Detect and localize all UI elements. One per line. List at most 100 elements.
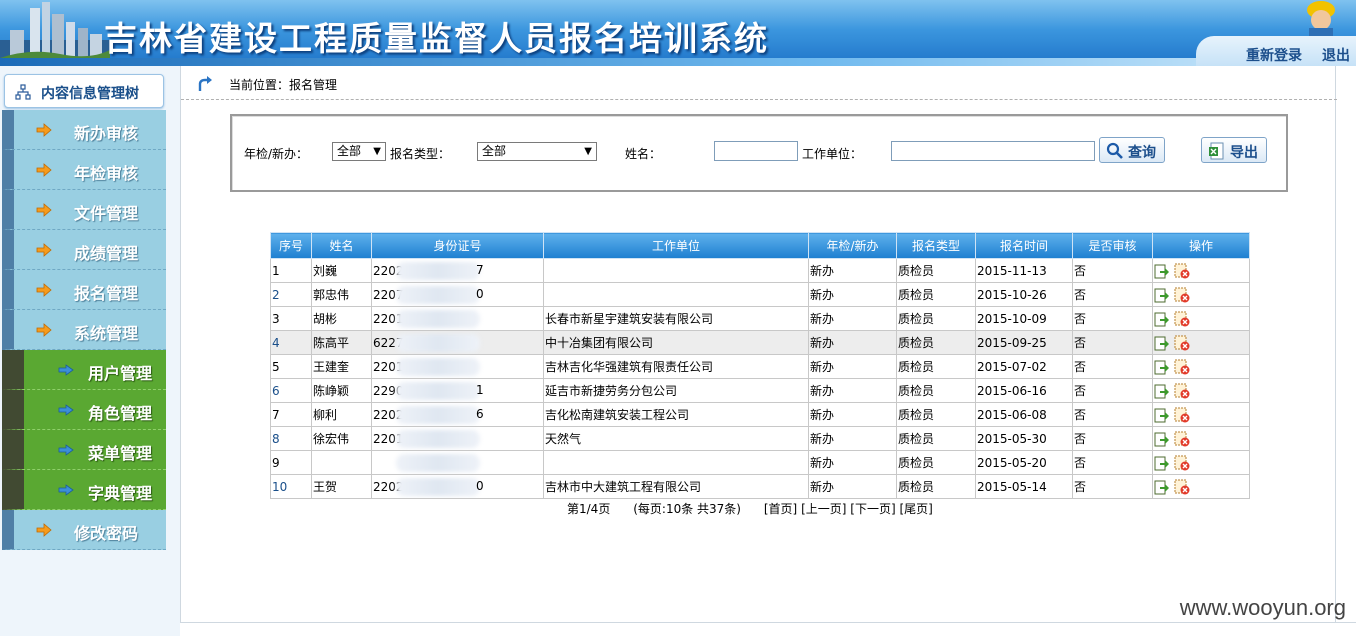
table-row: 10 王贺 2202 0 吉林市中大建筑工程有限公司 新办 质检员 2015-05-14 否 — [270, 474, 1250, 499]
audit-icon[interactable] — [1154, 479, 1170, 495]
sidebar-subitem-dictionary-management[interactable]: 字典管理 — [2, 470, 166, 510]
cell-no: 9 — [270, 450, 312, 475]
hand-arrow-icon — [36, 203, 52, 217]
table-row: 3 胡彬 2201 长春市新星宇建筑安装有限公司 新办 质检员 2015-10-09 否 — [270, 306, 1250, 331]
delete-icon[interactable] — [1174, 479, 1190, 495]
first-page-link[interactable]: [首页] — [764, 502, 797, 516]
cell-registration-time: 2015-10-09 — [975, 306, 1073, 331]
delete-icon[interactable] — [1174, 311, 1190, 327]
cell-annual-new: 新办 — [808, 330, 897, 355]
cell-registration-time: 2015-07-02 — [975, 354, 1073, 379]
cell-work-unit: 延吉市新捷劳务分包公司 — [543, 378, 809, 403]
cell-audited: 否 — [1072, 474, 1153, 499]
hand-arrow-icon — [36, 243, 52, 257]
blue-arrow-icon — [58, 484, 74, 496]
cell-actions — [1152, 306, 1250, 331]
audit-icon[interactable] — [1154, 431, 1170, 447]
cell-id-number: 2201 — [371, 306, 544, 331]
sidebar-item-annual-review[interactable]: 年检审核 — [2, 150, 166, 190]
table-row: 5 王建奎 2201 吉林吉化华强建筑有限责任公司 新办 质检员 2015-07-02 否 — [270, 354, 1250, 379]
blue-arrow-icon — [58, 364, 74, 376]
content-tree-title[interactable]: 内容信息管理树 — [4, 74, 164, 108]
cell-name: 胡彬 — [311, 306, 372, 331]
sidebar-subitem-role-management[interactable]: 角色管理 — [2, 390, 166, 430]
cell-name: 刘巍 — [311, 258, 372, 283]
cell-annual-new: 新办 — [808, 378, 897, 403]
cell-no: 7 — [270, 402, 312, 427]
redacted-blur — [396, 430, 480, 448]
query-button[interactable]: 查询 — [1099, 137, 1165, 163]
cell-work-unit — [543, 258, 809, 283]
table-row: 2 郭忠伟 2207 0 新办 质检员 2015-10-26 否 — [270, 282, 1250, 307]
main-content: 当前位置：报名管理 年检/新办： 全部 ▼ 报名类型： 全部 ▼ 姓名： 工作单位：… — [180, 66, 1337, 622]
id-number-suffix: 1 — [476, 383, 484, 397]
sidebar-item-system-management[interactable]: 系统管理 — [2, 310, 166, 350]
sidebar-item-file-management[interactable]: 文件管理 — [2, 190, 166, 230]
header-stripe — [0, 58, 1356, 66]
prev-page-link[interactable]: [上一页] — [801, 502, 846, 516]
cell-registration-type: 质检员 — [896, 330, 976, 355]
name-input[interactable] — [714, 141, 798, 161]
cell-no: 1 — [270, 258, 312, 283]
cell-audited: 否 — [1072, 354, 1153, 379]
delete-icon[interactable] — [1174, 359, 1190, 375]
redacted-blur — [396, 310, 480, 328]
audit-icon[interactable] — [1154, 383, 1170, 399]
cell-audited: 否 — [1072, 258, 1153, 283]
audit-icon[interactable] — [1154, 335, 1170, 351]
sidebar-item-score-management[interactable]: 成绩管理 — [2, 230, 166, 270]
column-header-id-number: 身份证号 — [371, 232, 544, 259]
cell-name: 徐宏伟 — [311, 426, 372, 451]
audit-icon[interactable] — [1154, 263, 1170, 279]
count-info: (每页:10条 共37条) — [633, 502, 741, 516]
audit-icon[interactable] — [1154, 311, 1170, 327]
delete-icon[interactable] — [1174, 263, 1190, 279]
audit-icon[interactable] — [1154, 455, 1170, 471]
cell-name: 郭忠伟 — [311, 282, 372, 307]
cell-work-unit — [543, 450, 809, 475]
logout-link[interactable]: 退出 — [1322, 45, 1350, 65]
delete-icon[interactable] — [1174, 455, 1190, 471]
redacted-blur — [396, 262, 480, 280]
cell-annual-new: 新办 — [808, 354, 897, 379]
export-button[interactable]: 导出 — [1201, 137, 1267, 163]
sidebar-item-change-password[interactable]: 修改密码 — [2, 510, 166, 550]
cell-work-unit: 吉化松南建筑安装工程公司 — [543, 402, 809, 427]
table-row: 7 柳利 2202 6 吉化松南建筑安装工程公司 新办 质检员 2015-06-08 否 — [270, 402, 1250, 427]
table-row: 1 刘巍 2202 7 新办 质检员 2015-11-13 否 — [270, 258, 1250, 283]
cell-id-number: 2202 7 — [371, 258, 544, 283]
cell-actions — [1152, 402, 1250, 427]
next-page-link[interactable]: [下一页] — [850, 502, 895, 516]
delete-icon[interactable] — [1174, 383, 1190, 399]
redacted-blur — [396, 382, 480, 400]
sidebar-item-registration-management[interactable]: 报名管理 — [2, 270, 166, 310]
registration-type-select[interactable]: 全部 ▼ — [477, 142, 597, 161]
audit-icon[interactable] — [1154, 359, 1170, 375]
hand-arrow-icon — [36, 163, 52, 177]
cell-registration-time: 2015-09-25 — [975, 330, 1073, 355]
hand-arrow-icon — [36, 523, 52, 537]
year-type-select[interactable]: 全部 ▼ — [332, 142, 386, 161]
sidebar-subitem-label: 用户管理 — [88, 364, 153, 383]
cell-registration-time: 2015-06-08 — [975, 402, 1073, 427]
content-tree-label: 内容信息管理树 — [41, 86, 139, 102]
audit-icon[interactable] — [1154, 287, 1170, 303]
delete-icon[interactable] — [1174, 335, 1190, 351]
breadcrumb-text: 当前位置：报名管理 — [229, 78, 338, 92]
breadcrumb: 当前位置：报名管理 — [181, 66, 1337, 100]
delete-icon[interactable] — [1174, 407, 1190, 423]
relogin-link[interactable]: 重新登录 — [1246, 45, 1302, 65]
cell-audited: 否 — [1072, 450, 1153, 475]
delete-icon[interactable] — [1174, 287, 1190, 303]
city-skyline-icon — [0, 2, 110, 66]
audit-icon[interactable] — [1154, 407, 1170, 423]
delete-icon[interactable] — [1174, 431, 1190, 447]
sidebar-subitem-user-management[interactable]: 用户管理 — [2, 350, 166, 390]
sidebar-subitem-menu-management[interactable]: 菜单管理 — [2, 430, 166, 470]
work-unit-input[interactable] — [891, 141, 1095, 161]
sidebar-item-new-review[interactable]: 新办审核 — [2, 110, 166, 150]
app-header: 吉林省建设工程质量监督人员报名培训系统 重新登录 退出 — [0, 0, 1356, 66]
last-page-link[interactable]: [尾页] — [899, 502, 932, 516]
cell-work-unit: 中十冶集团有限公司 — [543, 330, 809, 355]
cell-annual-new: 新办 — [808, 402, 897, 427]
